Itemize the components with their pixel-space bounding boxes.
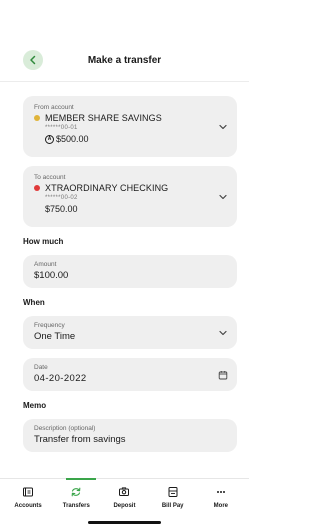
tab-deposit[interactable]: Deposit <box>102 486 146 509</box>
amount-value: $100.00 <box>34 270 69 281</box>
tab-label: Deposit <box>113 503 136 509</box>
frequency-label: Frequency <box>34 322 65 329</box>
from-account-number: ******00-01 <box>45 125 78 131</box>
from-account-dot <box>34 115 40 121</box>
tab-label: Bill Pay <box>161 503 184 509</box>
tab-accounts[interactable]: Accounts <box>6 486 50 509</box>
tab-label: Transfers <box>62 503 90 509</box>
more-icon <box>216 491 225 493</box>
tab-transfers[interactable]: Transfers <box>54 486 98 509</box>
from-account-label: From account <box>34 104 74 111</box>
active-tab-indicator <box>66 478 96 480</box>
transfers-icon <box>71 487 81 497</box>
tab-bar: Accounts Transfers Deposit Bill Pay More <box>0 478 249 529</box>
chevron-down-icon <box>219 194 227 199</box>
description-value: Transfer from savings <box>34 434 126 445</box>
to-account-name: XTRAORDINARY CHECKING <box>45 183 169 193</box>
home-indicator <box>88 521 161 524</box>
from-account-balance: $500.00 <box>56 134 89 144</box>
status-bar <box>0 0 249 40</box>
back-button[interactable] <box>23 50 43 70</box>
camera-icon <box>119 487 130 496</box>
page-title: Make a transfer <box>87 55 162 66</box>
accounts-icon <box>23 487 34 497</box>
amount-field[interactable]: Amount $100.00 <box>23 255 237 288</box>
amount-label: Amount <box>34 261 57 268</box>
tab-bill-pay[interactable]: Bill Pay <box>151 486 195 509</box>
tab-label: More <box>213 503 229 509</box>
to-account-balance: $750.00 <box>45 204 78 214</box>
calendar-icon[interactable] <box>218 370 228 380</box>
bill-pay-icon <box>168 487 178 497</box>
frequency-value: One Time <box>34 331 76 342</box>
to-account-number: ******00-02 <box>45 195 78 201</box>
chevron-down-icon <box>219 124 227 129</box>
chevron-down-icon <box>219 330 227 335</box>
balance-icon: A <box>45 134 54 144</box>
frequency-select[interactable]: Frequency One Time <box>23 316 237 349</box>
date-field[interactable]: Date 04-20-2022 <box>23 358 237 391</box>
tab-more[interactable]: More <box>199 486 243 509</box>
to-account-select[interactable]: To account XTRAORDINARY CHECKING ******0… <box>23 166 237 227</box>
from-account-select[interactable]: From account MEMBER SHARE SAVINGS ******… <box>23 96 237 157</box>
header: Make a transfer <box>0 40 249 82</box>
memo-heading: Memo <box>23 401 47 410</box>
when-heading: When <box>23 298 45 307</box>
date-label: Date <box>34 364 48 371</box>
how-much-heading: How much <box>23 237 64 246</box>
description-label: Description (optional) <box>34 425 96 432</box>
tab-label: Accounts <box>14 503 42 509</box>
transfer-form: From account MEMBER SHARE SAVINGS ******… <box>0 82 249 452</box>
from-account-name: MEMBER SHARE SAVINGS <box>45 113 162 123</box>
description-field[interactable]: Description (optional) Transfer from sav… <box>23 419 237 452</box>
date-value: 04-20-2022 <box>34 373 87 384</box>
to-account-label: To account <box>34 174 66 181</box>
chevron-left-icon <box>30 55 36 65</box>
to-account-dot <box>34 185 40 191</box>
